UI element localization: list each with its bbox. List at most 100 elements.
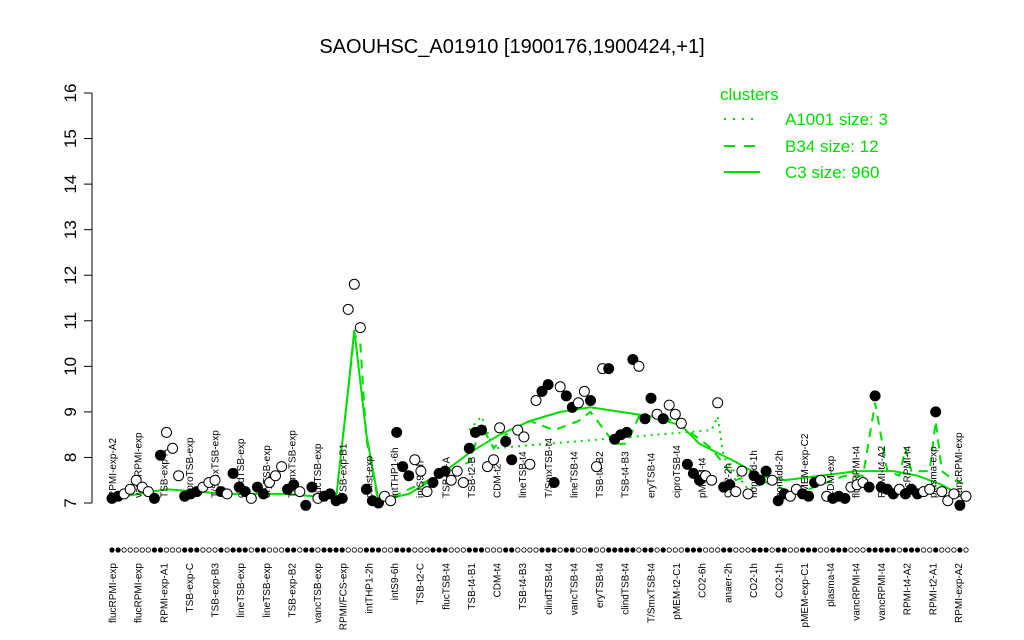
data-point <box>657 413 669 425</box>
data-point <box>930 406 942 418</box>
rug-mark <box>830 547 836 553</box>
x-tick-label: RPMI-t4-A2 <box>903 563 914 616</box>
data-point <box>591 461 602 473</box>
point-label: lineTSB-t4 <box>518 451 529 498</box>
x-tick-label: vancTSB-exp <box>313 563 324 623</box>
point-label: ciproTSB-t4 <box>672 445 683 498</box>
rug-mark <box>115 547 121 553</box>
data-point <box>227 467 239 479</box>
rug-mark <box>660 547 666 553</box>
rug-mark <box>957 547 963 553</box>
data-point <box>257 488 269 500</box>
point-label: lineTSB-t4 <box>569 451 580 498</box>
x-tick-label: lineTSB-exp <box>236 563 247 618</box>
rug-mark <box>569 547 575 553</box>
x-tick-label: TSB-exp-B3 <box>211 563 222 618</box>
rug-mark <box>745 547 751 553</box>
rug-mark <box>799 547 806 553</box>
data-point <box>451 465 463 477</box>
data-point <box>663 399 675 411</box>
rug-mark <box>460 547 466 553</box>
data-point <box>669 408 681 420</box>
y-tick-label: 9 <box>61 407 80 416</box>
x-tick-label: eryTSB-t4 <box>595 563 606 608</box>
data-point <box>530 395 542 406</box>
data-point <box>342 303 354 315</box>
data-point <box>300 499 312 511</box>
rug-mark <box>521 547 527 553</box>
y-tick-label: 10 <box>61 357 80 376</box>
x-tick-label: vancTSB-t4 <box>569 563 580 616</box>
x-tick-labels: flucRPMI-exp flucRPMI-exp RPMI-exp-A1 TSB-e… <box>108 563 965 631</box>
rug-mark <box>557 547 563 553</box>
rug-mark <box>587 547 594 553</box>
x-tick-label: TSB-t4-B3 <box>518 563 529 610</box>
rug-mark <box>933 547 939 553</box>
rug-mark <box>381 547 388 553</box>
rug-mark <box>333 547 339 553</box>
data-point <box>385 495 397 507</box>
data-point <box>760 465 772 477</box>
chart-title: SAOUHSC_A01910 [1900176,1900424,+1] <box>319 36 704 58</box>
rug-mark <box>666 547 672 553</box>
rug-mark <box>848 547 854 553</box>
rug-mark <box>612 547 618 553</box>
data-point <box>839 492 851 504</box>
data-point <box>161 426 172 438</box>
data-point <box>766 474 778 486</box>
rug-mark <box>212 547 218 553</box>
data-point <box>585 395 596 406</box>
rug-mark <box>793 547 800 553</box>
data-point <box>427 477 439 488</box>
data-point <box>445 474 457 486</box>
rug-mark <box>769 547 775 553</box>
rug-mark <box>836 547 842 553</box>
rug-mark <box>454 547 460 553</box>
rug-mark <box>702 547 709 553</box>
legend: clusters A1001 size: 3 B34 size: 12 C3 s… <box>720 85 888 182</box>
rug-mark <box>920 547 927 553</box>
x-tick-label: intS9-6h <box>390 563 401 600</box>
x-tick-label: CO2-1h <box>775 563 786 598</box>
rug-mark <box>284 547 291 553</box>
rug-mark <box>854 547 860 553</box>
x-tick-label: intTHP1-2h <box>364 563 375 614</box>
rug-mark <box>630 547 636 553</box>
x-tick-label: T/SmxTSB-t4 <box>646 563 657 623</box>
data-point <box>645 392 657 404</box>
rug-mark <box>133 547 139 553</box>
rug-mark <box>757 547 763 553</box>
rug-mark <box>678 547 684 553</box>
rug-mark <box>357 547 363 553</box>
rug-mark <box>127 547 133 553</box>
rug-mark <box>436 547 442 553</box>
data-point <box>621 426 633 438</box>
rug-mark <box>842 547 848 553</box>
data-point <box>391 426 403 438</box>
rug-mark <box>696 547 703 553</box>
point-label: RPMI-exp-A2 <box>108 438 119 498</box>
rug-mark <box>884 547 890 553</box>
x-tick-label: CDM-t4 <box>493 563 504 598</box>
rug-mark <box>860 547 866 553</box>
x-tick-label: flucRPMI-exp <box>134 563 145 623</box>
data-point <box>815 474 827 486</box>
rug-mark <box>727 547 733 553</box>
rug-mark <box>163 547 170 553</box>
data-point <box>476 424 487 436</box>
point-label: TSB-t4-B3 <box>621 451 632 498</box>
data-point <box>560 390 572 402</box>
rug-mark <box>218 547 224 553</box>
data-point <box>421 486 433 498</box>
rug-mark <box>563 547 569 553</box>
data-point <box>148 492 160 504</box>
rug-mark <box>200 547 206 553</box>
rug-mark <box>811 547 818 553</box>
rug-mark <box>642 547 648 553</box>
rug-mark <box>715 547 721 553</box>
rug-mark <box>902 547 909 553</box>
rug-mark <box>503 547 509 553</box>
point-label: vancRPMI-exp <box>954 432 965 498</box>
data-point <box>803 490 814 502</box>
rug-mark <box>672 547 678 553</box>
